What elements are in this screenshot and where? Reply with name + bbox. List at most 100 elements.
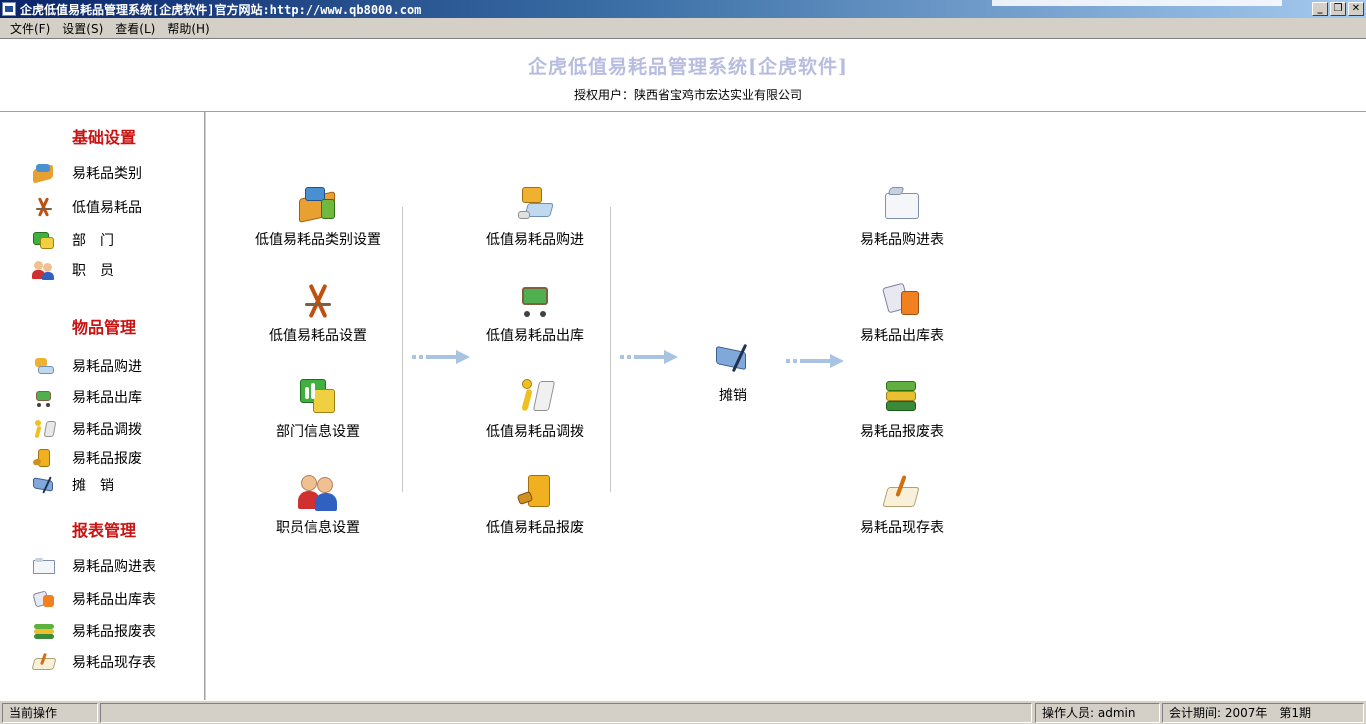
amortize-icon [30, 474, 58, 496]
app-header: 企虎低值易耗品管理系统[企虎软件] 授权用户：陕西省宝鸡市宏达实业有限公司 [0, 38, 1366, 112]
menu-view[interactable]: 查看(L) [109, 20, 161, 37]
sidebar-item-scrap-report[interactable]: 易耗品报废表 [30, 618, 156, 644]
sidebar: 基础设置 易耗品类别 低值易耗品 部 门 职 员 物品管理 易耗品购进 易耗品出… [0, 112, 205, 700]
purchase-report-icon [881, 185, 923, 225]
flow-label: 部门信息设置 [276, 424, 360, 440]
section-title-basic: 基础设置 [72, 128, 137, 147]
sidebar-item-label: 易耗品报废表 [72, 624, 156, 640]
section-title-goods: 物品管理 [72, 318, 137, 337]
outbound-report-icon [30, 588, 58, 610]
flow-label: 低值易耗品出库 [486, 328, 584, 344]
flow-amortize[interactable]: 摊销 [658, 341, 808, 405]
sidebar-item-outbound-report[interactable]: 易耗品出库表 [30, 586, 156, 612]
flow-label: 低值易耗品报废 [486, 520, 584, 536]
status-period: 会计期间: 2007年 第1期 [1162, 703, 1364, 723]
employees-icon [297, 473, 339, 513]
drafting-compass-icon [297, 281, 339, 321]
sidebar-item-label: 职 员 [72, 263, 114, 279]
purchase-icon [30, 355, 58, 377]
sidebar-item-label: 易耗品购进表 [72, 559, 156, 575]
outbound-report-icon [881, 281, 923, 321]
sidebar-item-purchase-report[interactable]: 易耗品购进表 [30, 553, 156, 579]
flow-purchase-report[interactable]: 易耗品购进表 [827, 185, 977, 249]
window-title: 企虎低值易耗品管理系统[企虎软件]官方网站:http://www.qb8000.… [20, 3, 422, 17]
flow-label: 低值易耗品类别设置 [255, 232, 381, 248]
flow-outbound-report[interactable]: 易耗品出库表 [827, 281, 977, 345]
flow-scrap-report[interactable]: 易耗品报废表 [827, 377, 977, 441]
sidebar-item-label: 部 门 [72, 233, 114, 249]
sidebar-item-label: 易耗品类别 [72, 166, 142, 182]
sidebar-item-outbound[interactable]: 易耗品出库 [30, 384, 142, 410]
app-icon[interactable] [2, 2, 16, 16]
flow-label: 低值易耗品购进 [486, 232, 584, 248]
scrap-report-icon [30, 620, 58, 642]
section-title-reports: 报表管理 [72, 521, 137, 540]
sidebar-item-transfer[interactable]: 易耗品调拨 [30, 416, 142, 442]
sidebar-item-label: 易耗品出库表 [72, 592, 156, 608]
flow-transfer[interactable]: 低值易耗品调拨 [460, 377, 610, 441]
sidebar-item-employee[interactable]: 职 员 [30, 257, 114, 283]
sidebar-item-category[interactable]: 易耗品类别 [30, 160, 142, 186]
status-message [100, 703, 1032, 723]
sidebar-item-label: 低值易耗品 [72, 200, 142, 216]
flow-consumable-settings[interactable]: 低值易耗品设置 [243, 281, 393, 345]
flow-outbound[interactable]: 低值易耗品出库 [460, 281, 610, 345]
licensed-user: 授权用户：陕西省宝鸡市宏达实业有限公司 [573, 88, 802, 102]
flow-arrow [412, 350, 470, 364]
status-operator: 操作人员: admin [1035, 703, 1160, 723]
flow-label: 易耗品报废表 [860, 424, 944, 440]
flow-purchase[interactable]: 低值易耗品购进 [460, 185, 610, 249]
drafting-compass-icon [30, 196, 58, 218]
flow-label: 低值易耗品设置 [269, 328, 367, 344]
sidebar-item-stock-report[interactable]: 易耗品现存表 [30, 649, 156, 675]
status-bar: 当前操作 操作人员: admin 会计期间: 2007年 第1期 [0, 700, 1366, 724]
minimize-button[interactable]: _ [1312, 2, 1328, 16]
app-heading: 企虎低值易耗品管理系统[企虎软件] [528, 56, 848, 78]
sidebar-item-consumable[interactable]: 低值易耗品 [30, 194, 142, 220]
menu-settings[interactable]: 设置(S) [56, 20, 109, 37]
sidebar-item-label: 摊 销 [72, 478, 114, 494]
main-panel: 低值易耗品类别设置 低值易耗品设置 部门信息设置 职员信息设置 低值易耗品购进 … [205, 112, 1366, 700]
flow-employee-settings[interactable]: 职员信息设置 [243, 473, 393, 537]
flow-stock-report[interactable]: 易耗品现存表 [827, 473, 977, 537]
flow-label: 职员信息设置 [276, 520, 360, 536]
restore-button[interactable]: ❐ [1330, 2, 1346, 16]
flow-label: 易耗品现存表 [860, 520, 944, 536]
close-button[interactable]: ✕ [1348, 2, 1364, 16]
sidebar-item-label: 易耗品出库 [72, 390, 142, 406]
menu-file[interactable]: 文件(F) [4, 20, 56, 37]
scrap-icon [514, 473, 556, 513]
sidebar-item-amortize[interactable]: 摊 销 [30, 472, 114, 498]
transfer-runner-icon [514, 377, 556, 417]
column-divider [402, 207, 403, 492]
flow-label: 易耗品购进表 [860, 232, 944, 248]
title-bar[interactable]: 企虎低值易耗品管理系统[企虎软件]官方网站:http://www.qb8000.… [0, 0, 1366, 18]
menu-help[interactable]: 帮助(H) [161, 20, 215, 37]
flow-label: 易耗品出库表 [860, 328, 944, 344]
flow-department-settings[interactable]: 部门信息设置 [243, 377, 393, 441]
sidebar-item-purchase[interactable]: 易耗品购进 [30, 353, 142, 379]
flow-scrap[interactable]: 低值易耗品报废 [460, 473, 610, 537]
sidebar-item-label: 易耗品现存表 [72, 655, 156, 671]
menu-bar: 文件(F) 设置(S) 查看(L) 帮助(H) [0, 18, 1366, 38]
scrap-icon [30, 447, 58, 469]
sidebar-item-label: 易耗品购进 [72, 359, 142, 375]
department-chart-icon [297, 377, 339, 417]
sidebar-item-scrap[interactable]: 易耗品报废 [30, 445, 142, 471]
amortize-icon [712, 341, 754, 381]
purchase-icon [514, 185, 556, 225]
department-chart-icon [30, 229, 58, 251]
sidebar-item-department[interactable]: 部 门 [30, 227, 114, 253]
status-current-op: 当前操作 [2, 703, 98, 723]
sidebar-item-label: 易耗品调拨 [72, 422, 142, 438]
category-books-icon [30, 162, 58, 184]
shopping-cart-icon [30, 386, 58, 408]
flow-label: 摊销 [719, 388, 747, 404]
flow-category-settings[interactable]: 低值易耗品类别设置 [243, 185, 393, 249]
transfer-runner-icon [30, 418, 58, 440]
category-books-icon [297, 185, 339, 225]
column-divider [610, 207, 611, 492]
flow-label: 低值易耗品调拨 [486, 424, 584, 440]
scrap-report-icon [881, 377, 923, 417]
stock-report-icon [30, 651, 58, 673]
